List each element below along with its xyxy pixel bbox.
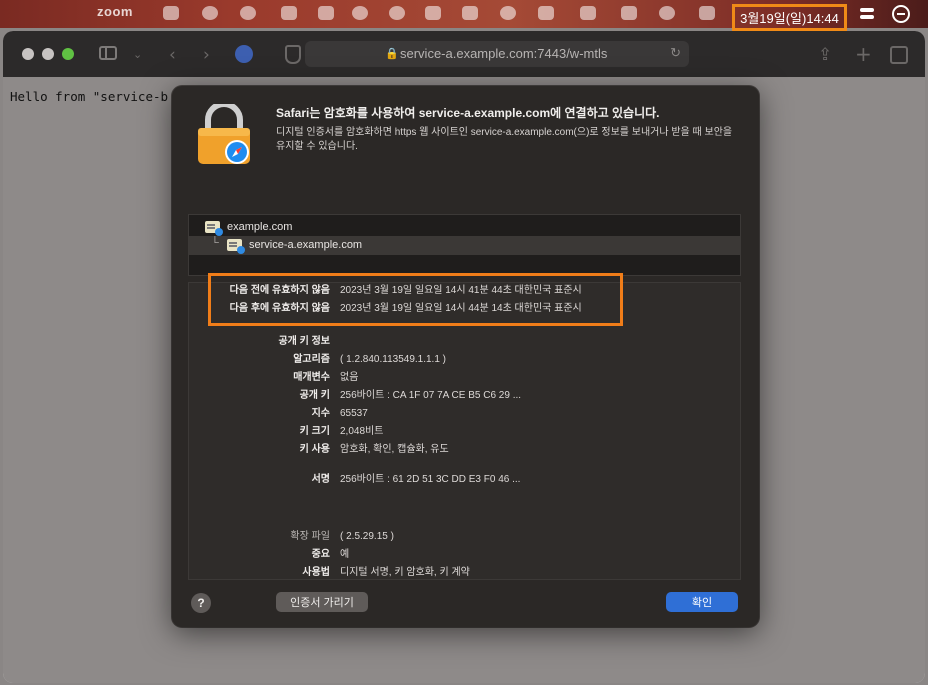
menu-bar-clock[interactable]: 3월19일(일)14:44 <box>732 4 847 31</box>
status-menu-icon[interactable] <box>202 6 218 20</box>
detail-value: 예 <box>340 549 350 560</box>
detail-value: 256바이트 : CA 1F 07 7A CE B5 C6 29 ... <box>340 390 522 401</box>
sheet-title: Safari는 암호화를 사용하여 service-a.example.com에… <box>276 106 660 120</box>
certificate-details[interactable]: 다음 전에 유효하지 않음 2023년 3월 19일 일요일 14시 41분 4… <box>188 282 741 580</box>
chevron-down-icon[interactable]: ⌄ <box>133 48 142 61</box>
new-tab-icon[interactable]: + <box>855 42 872 66</box>
detail-label: 지수 <box>311 408 330 419</box>
clock-icon[interactable] <box>500 6 516 20</box>
detail-value: 65537 <box>340 408 368 419</box>
menu-bar: zoom 3월19일(일)14:44 <box>0 0 928 31</box>
siri-icon[interactable] <box>892 5 910 23</box>
detail-value: 디지털 서명, 키 암호화, 키 계약 <box>340 567 470 578</box>
control-center-icon[interactable] <box>860 8 874 19</box>
detail-value: ( 1.2.840.113549.1.1.1 ) <box>340 354 447 365</box>
share-icon[interactable]: ⇪ <box>818 45 832 65</box>
lock-safari-icon <box>198 104 250 164</box>
tab-overview-icon[interactable] <box>890 46 908 64</box>
detail-row-parameters: 매개변수 없음 <box>189 371 740 385</box>
highlight-annotation <box>208 273 623 326</box>
address-text: service-a.example.com:7443/w-mtls <box>400 46 608 61</box>
zoom-window-button[interactable] <box>62 48 74 60</box>
detail-label: 키 크기 <box>299 426 330 437</box>
detail-label: 공개 키 <box>299 390 330 401</box>
ok-button[interactable]: 확인 <box>666 592 738 612</box>
help-button[interactable]: ? <box>191 593 211 613</box>
detail-value: 암호화, 확인, 캡슐화, 유도 <box>340 444 449 455</box>
status-menu-icon[interactable] <box>462 6 478 20</box>
tree-item-root-cert[interactable]: example.com <box>189 218 740 237</box>
keyboard-icon[interactable] <box>621 6 637 20</box>
certificate-icon <box>205 221 223 236</box>
detail-label: 서명 <box>311 474 330 485</box>
wifi-icon[interactable] <box>659 6 675 20</box>
address-bar[interactable]: 🔒 service-a.example.com:7443/w-mtls ↻ <box>305 41 689 67</box>
certificate-icon <box>227 239 245 254</box>
volume-icon[interactable] <box>538 6 554 20</box>
datetime-text: 3월19일(일)14:44 <box>740 11 839 26</box>
detail-row-exponent: 지수 65537 <box>189 407 740 421</box>
back-icon[interactable]: ‹ <box>169 45 176 65</box>
sidebar-toggle-icon[interactable] <box>99 46 117 60</box>
status-menu-icon[interactable] <box>240 6 256 20</box>
certificate-sheet: Safari는 암호화를 사용하여 service-a.example.com에… <box>172 86 759 627</box>
hide-certificate-button[interactable]: 인증서 가리기 <box>276 592 368 612</box>
close-window-button[interactable] <box>22 48 34 60</box>
detail-row-usage: 사용법 디지털 서명, 키 암호화, 키 계약 <box>189 566 740 579</box>
sheet-description: 디지털 인증서를 암호화하면 https 웹 사이트인 service-a.ex… <box>276 127 733 152</box>
tree-item-label: service-a.example.com <box>249 239 363 251</box>
page-text: Hello from "service-b <box>10 89 169 104</box>
detail-row-public-key: 공개 키 256바이트 : CA 1F 07 7A CE B5 C6 29 ..… <box>189 389 740 403</box>
section-heading: 공개 키 정보 <box>278 336 330 347</box>
status-menu-icon[interactable] <box>163 6 179 20</box>
detail-label: 알고리즘 <box>293 354 330 365</box>
status-menu-icon[interactable] <box>281 6 297 20</box>
status-menu-icon[interactable] <box>318 6 334 20</box>
detail-label: 확장 파일 <box>290 531 330 542</box>
detail-row-key-size: 키 크기 2,048비트 <box>189 425 740 439</box>
tree-branch-icon: └ <box>211 237 219 249</box>
detail-row-public-key-info: 공개 키 정보 <box>189 335 740 349</box>
certificate-tree: example.com └ service-a.example.com <box>188 214 741 276</box>
lock-icon[interactable]: 🔒 <box>385 47 399 60</box>
status-menu-icon[interactable] <box>425 6 441 20</box>
status-menu-icon[interactable] <box>389 6 405 20</box>
status-menu-icon[interactable] <box>352 6 368 20</box>
detail-row-extension: 확장 파일 ( 2.5.29.15 ) <box>189 530 740 544</box>
detail-value: 없음 <box>340 372 359 383</box>
tree-item-label: example.com <box>227 221 293 233</box>
zoom-menu-item[interactable]: zoom <box>97 4 133 19</box>
toolbar: ⌄ ‹ › 🔒 service-a.example.com:7443/w-mtl… <box>3 31 925 77</box>
detail-label: 중요 <box>311 549 330 560</box>
detail-row-critical: 중요 예 <box>189 548 740 562</box>
detail-label: 사용법 <box>302 567 330 578</box>
detail-value: ( 2.5.29.15 ) <box>340 531 394 542</box>
detail-row-algorithm: 알고리즘 ( 1.2.840.113549.1.1.1 ) <box>189 353 740 367</box>
detail-label: 매개변수 <box>293 372 330 383</box>
detail-label: 키 사용 <box>299 444 330 455</box>
extension-icon[interactable] <box>235 45 253 63</box>
forward-icon[interactable]: › <box>203 45 210 65</box>
detail-row-key-usage: 키 사용 암호화, 확인, 캡슐화, 유도 <box>189 443 740 457</box>
minimize-window-button[interactable] <box>42 48 54 60</box>
privacy-shield-icon[interactable] <box>285 45 301 64</box>
tree-item-leaf-cert[interactable]: └ service-a.example.com <box>189 236 740 255</box>
input-source-icon[interactable] <box>699 6 715 20</box>
detail-value: 2,048비트 <box>340 426 384 437</box>
detail-value: 256바이트 : 61 2D 51 3C DD E3 F0 46 ... <box>340 474 521 485</box>
reload-icon[interactable]: ↻ <box>670 45 681 61</box>
detail-row-signature: 서명 256바이트 : 61 2D 51 3C DD E3 F0 46 ... <box>189 473 740 487</box>
battery-icon[interactable] <box>580 6 596 20</box>
